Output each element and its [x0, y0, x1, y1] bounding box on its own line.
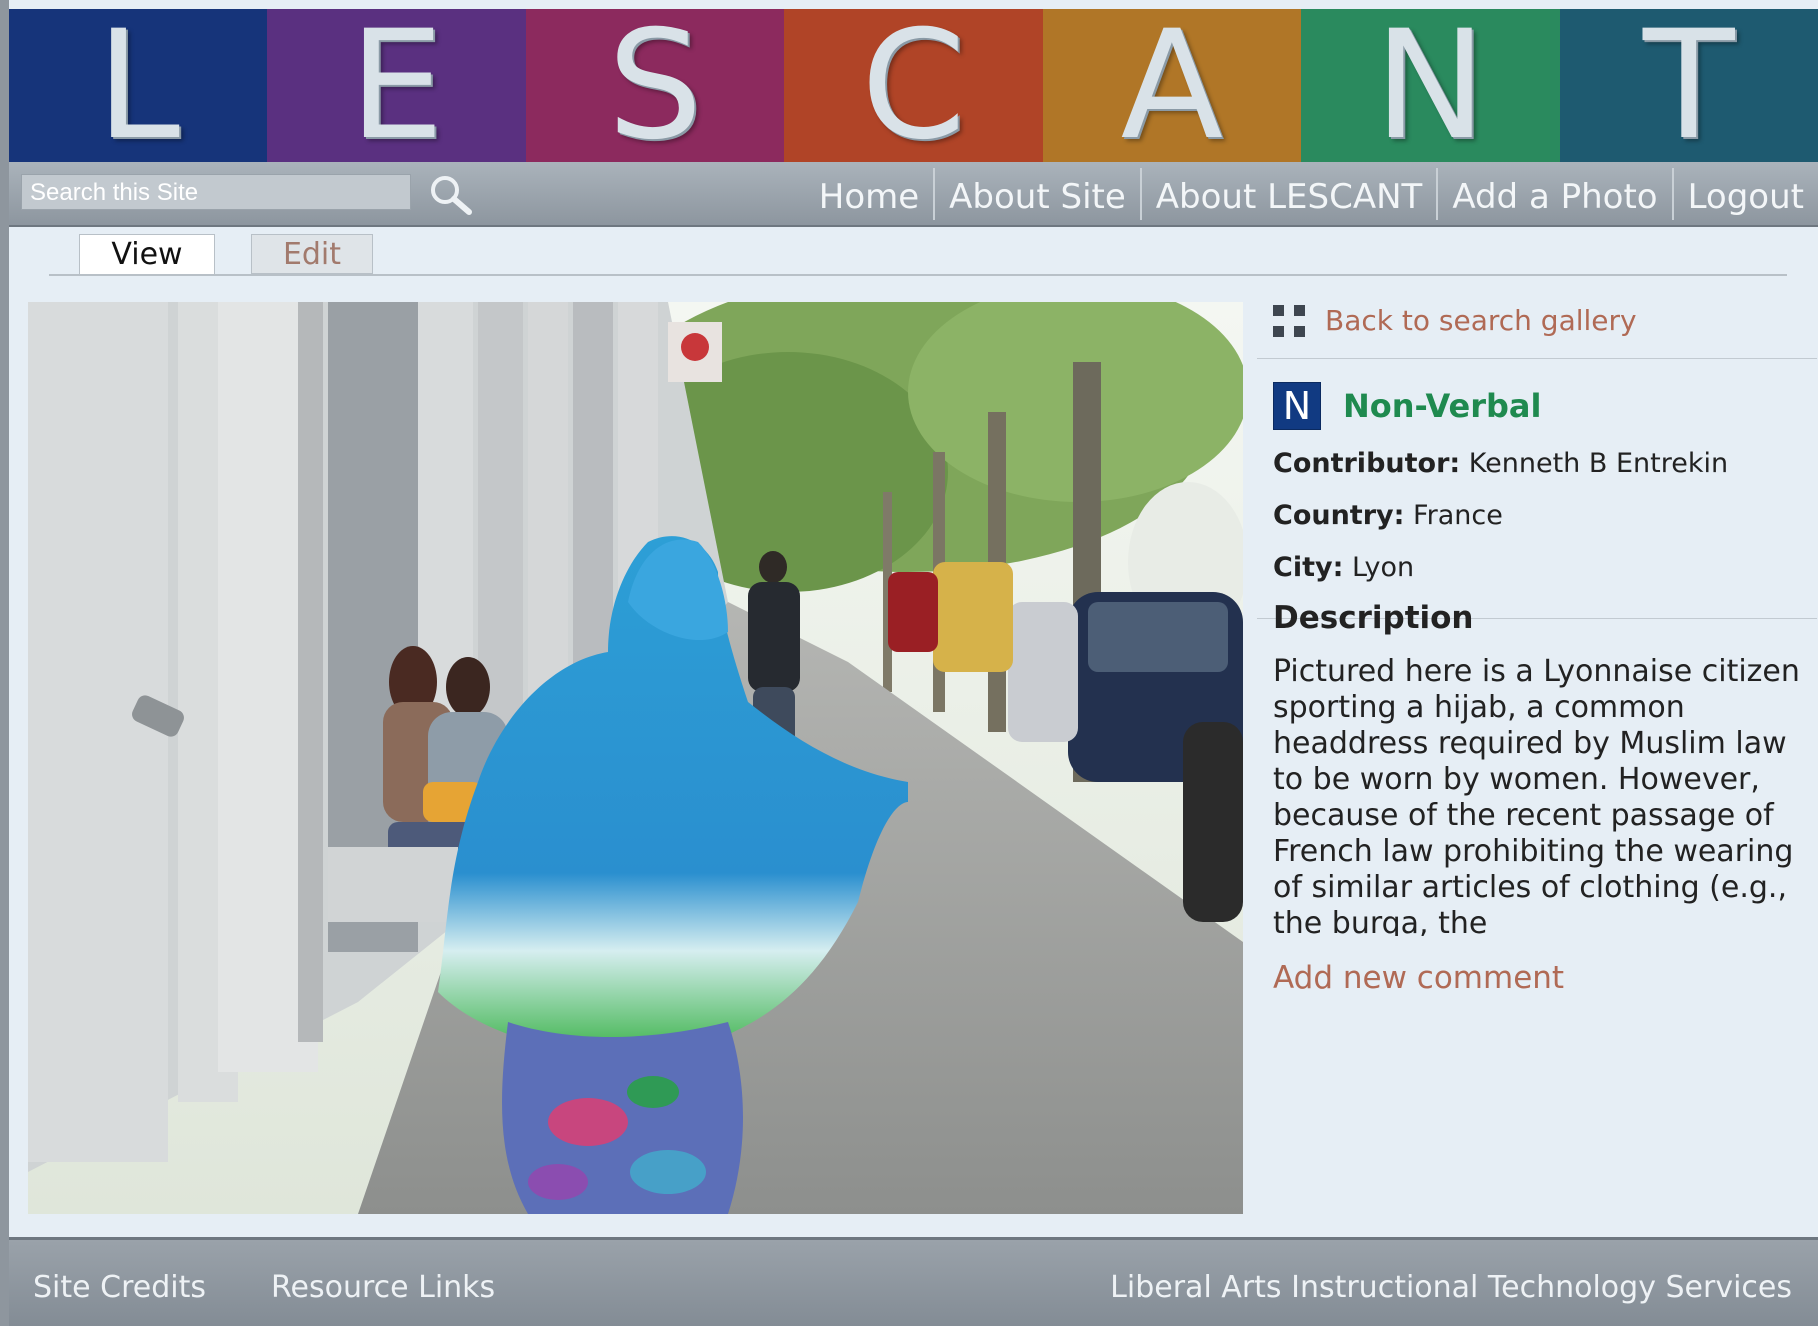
banner-tile: A [1042, 0, 1302, 173]
banner-letter: S [607, 0, 703, 173]
tab-view[interactable]: View [79, 234, 215, 274]
country-label: Country: [1273, 500, 1405, 531]
banner-letter: A [1120, 0, 1224, 173]
tab-edit[interactable]: Edit [251, 234, 373, 274]
banner-tile: T [1559, 0, 1818, 173]
search-icon[interactable] [425, 172, 479, 218]
nav-logout[interactable]: Logout [1671, 167, 1818, 220]
nav-add-photo[interactable]: Add a Photo [1436, 167, 1671, 220]
category-row: N Non-Verbal [1273, 382, 1541, 430]
contributor-label: Contributor: [1273, 448, 1461, 479]
category-badge: N [1273, 382, 1321, 430]
banner-letter: C [861, 0, 966, 173]
banner-tile: L [9, 0, 268, 173]
main-nav: Home About Site About LESCANT Add a Phot… [805, 162, 1818, 225]
banner-letter: E [349, 0, 445, 173]
country-row: Country: France [1273, 500, 1503, 531]
add-comment-link[interactable]: Add new comment [1273, 960, 1564, 996]
grid-icon [1273, 304, 1305, 337]
site-banner[interactable]: L E S C A N T [9, 9, 1818, 162]
contributor-row: Contributor: Kenneth B Entrekin [1273, 448, 1728, 479]
nav-home[interactable]: Home [805, 168, 933, 220]
description-text: Pictured here is a Lyonnaise citizen spo… [1273, 654, 1800, 936]
banner-tile: N [1301, 0, 1560, 173]
nav-about-site[interactable]: About Site [933, 167, 1140, 220]
footer-site-credits[interactable]: Site Credits [33, 1270, 206, 1305]
footer: Site Credits Resource Links Liberal Arts… [9, 1237, 1818, 1326]
search-input[interactable]: Search this Site [21, 174, 411, 210]
street-photo [28, 302, 1243, 1214]
page: L E S C A N T Search this Site Home Abou… [9, 0, 1818, 1326]
divider [1257, 358, 1817, 359]
city-value: Lyon [1351, 552, 1415, 583]
back-to-gallery-link[interactable]: Back to search gallery [1325, 304, 1637, 337]
banner-letter: L [96, 0, 180, 173]
contributor-value: Kenneth B Entrekin [1468, 448, 1729, 479]
category-title: Non-Verbal [1343, 387, 1542, 425]
nav-about-lescant[interactable]: About LESCANT [1139, 167, 1437, 220]
banner-letter: N [1374, 0, 1487, 173]
banner-letter: T [1642, 0, 1735, 173]
back-row[interactable]: Back to search gallery [1273, 304, 1637, 337]
banner-tile: S [525, 0, 785, 173]
banner-tile: E [267, 0, 526, 173]
footer-resource-links[interactable]: Resource Links [271, 1270, 495, 1305]
description-heading: Description [1273, 600, 1474, 636]
nav-bar: Search this Site Home About Site About L… [9, 162, 1818, 227]
footer-org-link[interactable]: Liberal Arts Instructional Technology Se… [1110, 1270, 1792, 1305]
tab-bar: View Edit [49, 232, 1787, 276]
city-label: City: [1273, 552, 1344, 583]
country-value: France [1413, 500, 1503, 531]
banner-tile: C [784, 0, 1043, 173]
city-row: City: Lyon [1273, 552, 1414, 583]
